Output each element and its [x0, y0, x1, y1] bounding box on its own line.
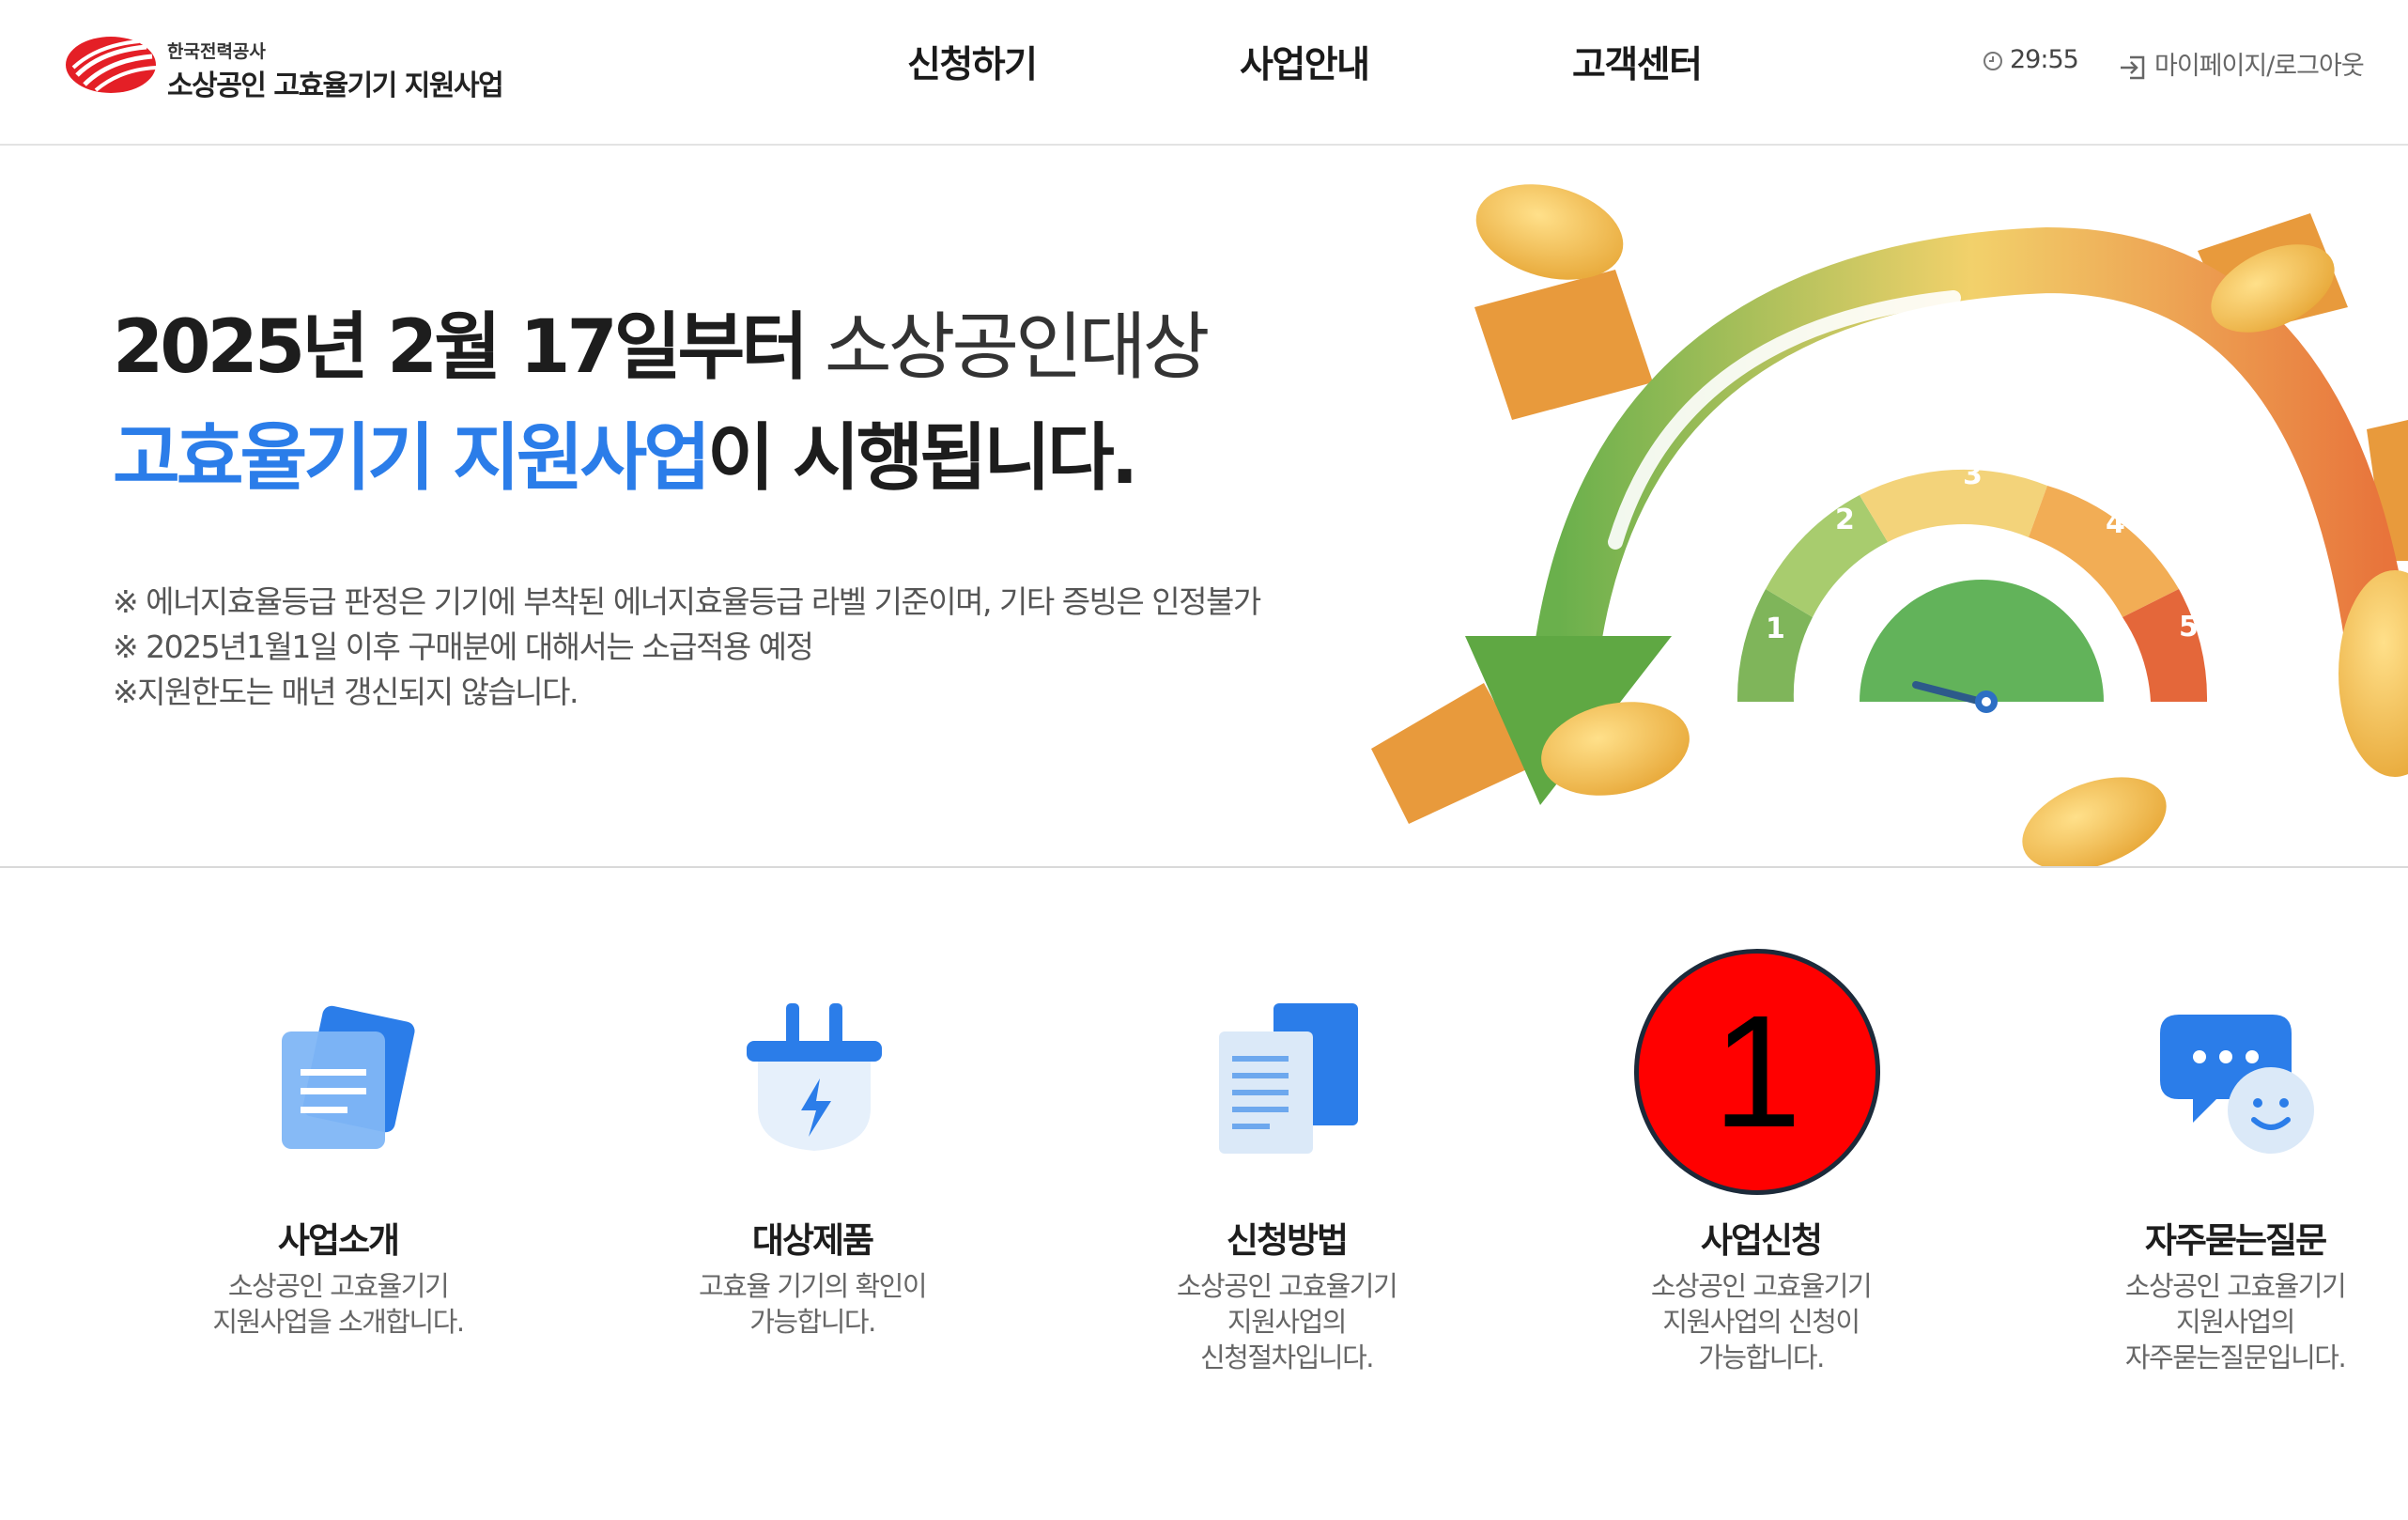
session-timer: 29:55 [1982, 45, 2079, 74]
hero-headline-line1: 2025년 2월 17일부터 소상공인대상 [113, 288, 1211, 394]
gauge-segment-2 [1766, 495, 1888, 617]
document-icon [282, 1005, 415, 1149]
quick-item-faq[interactable]: 자주묻는질문 소상공인 고효율기기 지원사업의 자주묻는질문입니다. [2066, 939, 2404, 1390]
nav-apply[interactable]: 신청하기 [907, 36, 1038, 88]
site-logo[interactable]: 한국전력공사 소상공인 고효율기기 지원사업 [64, 34, 515, 102]
quick-menu: 사업소개 소상공인 고효율기기 지원사업을 소개합니다. 대상제품 고효율 기기의… [0, 939, 2408, 1409]
file-list-icon [1219, 1003, 1358, 1154]
clock-icon [1984, 51, 2002, 70]
hero-note: ※ 2025년1월1일 이후 구매분에 대해서는 소급적용 예정 [113, 628, 814, 665]
hero-note: ※지원한도는 매년 갱신되지 않습니다. [113, 674, 579, 710]
plug-icon [747, 1003, 882, 1151]
hero-notes: ※ 에너지효율등급 판정은 기기에 부착된 에너지효율등급 라벨 기준이며, 기… [113, 580, 1261, 715]
quick-item-desc: 소상공인 고효율기기 지원사업의 자주묻는질문입니다. [2124, 1270, 2347, 1373]
coin-icon [2022, 777, 2167, 867]
quick-item-how-to-apply[interactable]: 신청방법 소상공인 고효율기기 지원사업의 신청절차입니다. [1118, 939, 1456, 1390]
logo-org-text: 한국전력공사 [167, 41, 266, 62]
mypage-logout-link[interactable]: 마이페이지/로그아웃 [2117, 45, 2365, 84]
mypage-logout-label: 마이페이지/로그아웃 [2154, 52, 2365, 81]
chat-icon [2160, 1015, 2314, 1154]
gauge-label: 5 [2179, 611, 2199, 644]
kepco-logo-icon [66, 37, 157, 93]
quick-item-desc: 소상공인 고효율기기 지원사업의 신청절차입니다. [1176, 1270, 1398, 1373]
quick-item-desc: 소상공인 고효율기기 지원사업의 신청이 가능합니다. [1650, 1270, 1873, 1373]
gauge-segment-3 [1860, 469, 2047, 542]
gauge-label: 1 [1766, 613, 1785, 645]
gauge-dial [1860, 580, 2104, 702]
logo-program-name: 소상공인 고효율기기 지원사업 [167, 70, 504, 102]
hero-headline-date: 2025년 2월 17일부터 [113, 305, 809, 390]
hero-banner: 2025년 2월 17일부터 소상공인대상 고효율기기 지원사업이 시행됩니다.… [0, 147, 2408, 867]
quick-item-desc: 고효율 기기의 확인이 가능합니다. [698, 1270, 928, 1338]
gauge-label: 4 [2106, 507, 2125, 540]
quick-item-title: 대상제품 [751, 1220, 874, 1261]
quick-item-title: 사업소개 [277, 1220, 400, 1261]
annotation-badge-1: 1 [1634, 949, 1880, 1195]
quick-item-title: 자주묻는질문 [2144, 1220, 2327, 1261]
quick-item-title: 신청방법 [1226, 1220, 1349, 1261]
quick-item-target-products[interactable]: 대상제품 고효율 기기의 확인이 가능합니다. [643, 939, 981, 1390]
section-divider [0, 866, 2408, 868]
quick-item-desc: 소상공인 고효율기기 지원사업을 소개합니다. [212, 1270, 465, 1338]
hero-note: ※ 에너지효율등급 판정은 기기에 부착된 에너지효율등급 라벨 기준이며, 기… [113, 583, 1261, 620]
nav-business-info[interactable]: 사업안내 [1240, 36, 1370, 88]
hero-headline-suffix: 이 시행됩니다. [707, 416, 1138, 501]
gauge-segment-4 [2029, 486, 2179, 617]
site-header: 한국전력공사 소상공인 고효율기기 지원사업 신청하기 사업안내 고객센터 29… [0, 0, 2408, 146]
quick-item-business-intro[interactable]: 사업소개 소상공인 고효율기기 지원사업을 소개합니다. [169, 939, 507, 1390]
session-timer-value: 29:55 [2010, 45, 2079, 74]
login-icon [2121, 55, 2145, 79]
hero-headline-program: 고효율기기 지원사업 [113, 416, 711, 501]
hero-headline-target: 소상공인대상 [805, 305, 1211, 390]
quick-item-title: 사업신청 [1700, 1220, 1823, 1261]
hero-headline-line2: 고효율기기 지원사업이 시행됩니다. [113, 399, 1138, 504]
gauge-label: 3 [1963, 458, 1983, 491]
nav-customer-center[interactable]: 고객센터 [1572, 36, 1703, 88]
efficiency-gauge-illustration: 1 2 3 4 5 [1371, 184, 2408, 867]
gauge-label: 2 [1835, 504, 1855, 536]
money-bill-icon [1474, 270, 1653, 420]
